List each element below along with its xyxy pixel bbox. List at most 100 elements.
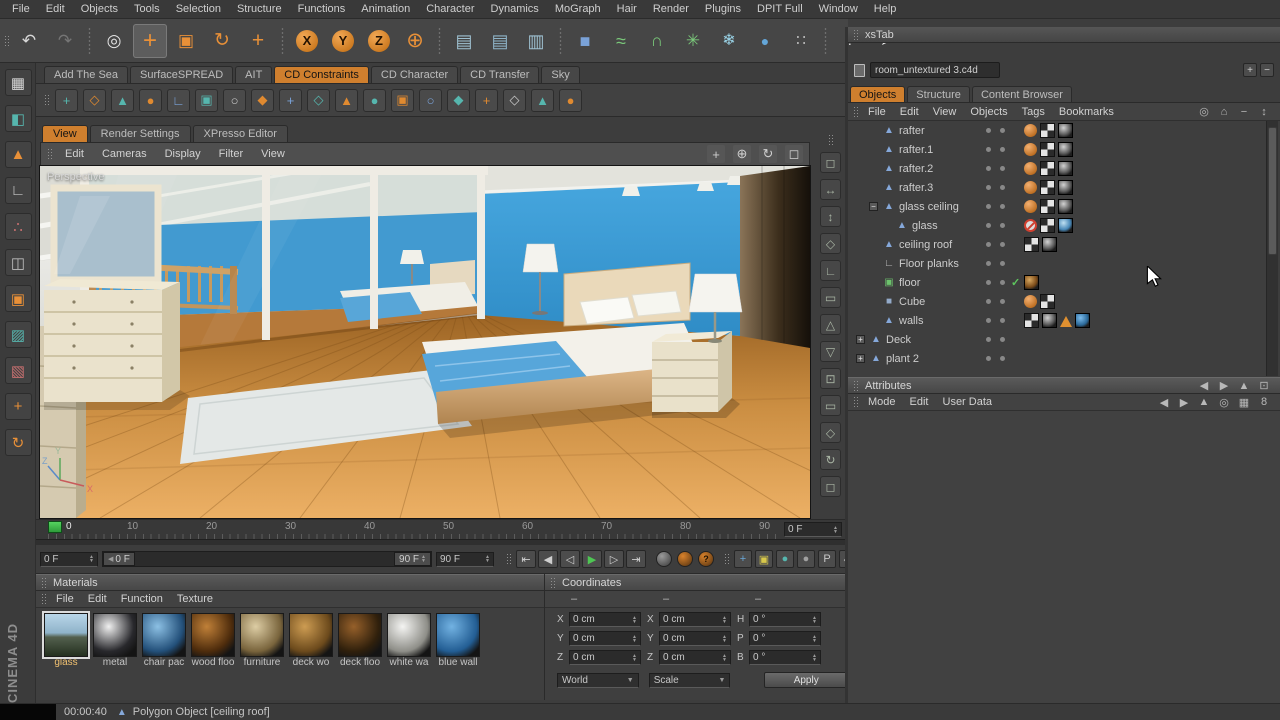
scroll-icon[interactable]: ↕ [1257,105,1271,119]
edges-mode-icon[interactable]: ◫ [5,249,32,276]
materials-menu-drag-handle[interactable] [41,593,47,605]
attributes-menu-user-data[interactable]: User Data [936,396,1000,408]
attributes-menu-edit[interactable]: Edit [903,396,936,408]
om-menu-view[interactable]: View [926,106,964,118]
record-pla-icon[interactable]: P [818,550,836,568]
coord-header-1[interactable]: – [637,593,729,605]
cd-tool-icon-15[interactable]: ◆ [447,89,470,112]
material-deck-wo[interactable]: deck wo [289,613,333,670]
cd-tool-icon-8[interactable]: ◆ [251,89,274,112]
redo-icon[interactable]: ↷ [48,24,82,58]
coordinate-system-icon[interactable]: ⊕ [398,24,432,58]
viewport-scene[interactable]: Z Y X [40,166,810,518]
menu-plugins[interactable]: Plugins [697,0,749,19]
materials-menu-edit[interactable]: Edit [81,593,114,605]
palette-icon-3[interactable]: ↕ [820,206,841,227]
xstab-bar[interactable]: xsTab [848,27,1280,43]
expand-minus-icon[interactable]: − [869,202,878,211]
menu-file[interactable]: File [4,0,38,19]
move-tool-icon[interactable]: + [133,24,167,58]
cd-tool-icon-2[interactable]: ◇ [83,89,106,112]
blue-sphere-tag-icon[interactable] [1075,313,1090,328]
visibility-dots[interactable] [986,147,1005,152]
coord-stepper[interactable]: ▲▼ [632,635,637,643]
add-particles-icon[interactable]: ∷ [784,24,818,58]
palette-icon-5[interactable]: ∟ [820,260,841,281]
sphere-tag-icon[interactable] [1058,123,1073,138]
coord-header-2[interactable]: – [729,593,821,605]
model-mode-icon[interactable]: ▲ [5,141,32,168]
object-axis-mode-icon[interactable]: + [5,393,32,420]
wood-sphere-tag-icon[interactable] [1024,275,1039,290]
keyframe-selection-button[interactable]: ? [698,551,714,567]
scrollbar-thumb[interactable] [1268,127,1277,255]
material-thumbnail[interactable] [191,613,235,657]
cd-tool-icon-18[interactable]: ▲ [531,89,554,112]
add-deformer-icon[interactable]: ❄ [712,24,746,58]
material-white-wa[interactable]: white wa [387,613,431,670]
palette-icon-10[interactable]: ▭ [820,395,841,416]
viewport-camera-label[interactable]: Perspective [47,171,104,183]
tree-item-glass-ceiling[interactable]: −▲glass ceiling [848,197,1266,216]
cd-tool-icon-17[interactable]: ◇ [503,89,526,112]
search-icon[interactable]: ◎ [1197,105,1211,119]
orange-ball-tag-icon[interactable] [1024,124,1037,137]
visibility-dots[interactable] [986,318,1005,323]
orange-ball-tag-icon[interactable] [1024,143,1037,156]
tree-item-floor-planks[interactable]: ∟Floor planks [848,254,1266,273]
xstab-drag-handle[interactable] [853,29,859,41]
points-mode-icon[interactable]: ∴ [5,213,32,240]
cd-tool-icon-14[interactable]: ○ [419,89,442,112]
visibility-dots[interactable] [986,166,1005,171]
cd-tool-icon-12[interactable]: ● [363,89,386,112]
tree-item-cube[interactable]: ■Cube [848,292,1266,311]
cd-tool-icon-1[interactable]: + [55,89,78,112]
lock-y-axis-icon[interactable]: Y [326,24,360,58]
sphere-tag-icon[interactable] [1058,161,1073,176]
menu-hair[interactable]: Hair [609,0,645,19]
menu-character[interactable]: Character [418,0,482,19]
visibility-dots[interactable] [986,337,1005,342]
cd-tool-icon-16[interactable]: + [475,89,498,112]
palette-grid-icon[interactable]: ▦ [5,69,32,96]
coord-field-x-0[interactable]: 0 cm▲▼ [569,612,641,627]
view-tab-view[interactable]: View [42,125,88,142]
menu-animation[interactable]: Animation [353,0,418,19]
key-palette-drag-handle[interactable] [724,553,730,565]
menu-render[interactable]: Render [645,0,697,19]
live-selection-icon[interactable]: ◎ [97,24,131,58]
tree-item-rafter-2[interactable]: ▲rafter.2 [848,159,1266,178]
transport-drag-handle[interactable] [506,553,512,565]
coordinate-space-select[interactable]: World▼ [557,673,639,688]
menu-functions[interactable]: Functions [290,0,354,19]
cd-tool-icon-7[interactable]: ○ [223,89,246,112]
add-document-button[interactable]: + [1243,63,1257,77]
visibility-dots[interactable] [986,204,1005,209]
rotate-tool-icon[interactable]: ↻ [205,24,239,58]
visibility-dots[interactable] [986,242,1005,247]
coord-field-y-0[interactable]: 0 cm▲▼ [569,631,641,646]
visibility-dots[interactable] [986,185,1005,190]
coord-stepper[interactable]: ▲▼ [722,654,727,662]
coord-field-p-2[interactable]: 0 °▲▼ [749,631,821,646]
orange-ball-tag-icon[interactable] [1024,200,1037,213]
cd-tool-icon-19[interactable]: ● [559,89,582,112]
timeline-frame-field[interactable]: 0 F ▲▼ [784,522,842,537]
render-picture-viewer-icon[interactable]: ▤ [483,24,517,58]
record-scale-icon[interactable]: ▣ [755,550,773,568]
record-position-icon[interactable]: + [734,550,752,568]
autokey-button[interactable] [677,551,693,567]
record-parameter-icon[interactable]: ● [797,550,815,568]
checker-tag-icon[interactable] [1040,123,1055,138]
manager-tab-content-browser[interactable]: Content Browser [972,86,1072,102]
checker-tag-icon[interactable] [1024,313,1039,328]
manager-tab-objects[interactable]: Objects [850,86,905,102]
palette-icon-8[interactable]: ▽ [820,341,841,362]
material-wood-floo[interactable]: wood floo [191,613,235,670]
visibility-dots[interactable] [986,280,1005,285]
material-thumbnail[interactable] [44,613,88,657]
coord-field-x-1[interactable]: 0 cm▲▼ [659,612,731,627]
menu-dynamics[interactable]: Dynamics [483,0,547,19]
material-thumbnail[interactable] [142,613,186,657]
checker-tag-icon[interactable] [1040,199,1055,214]
